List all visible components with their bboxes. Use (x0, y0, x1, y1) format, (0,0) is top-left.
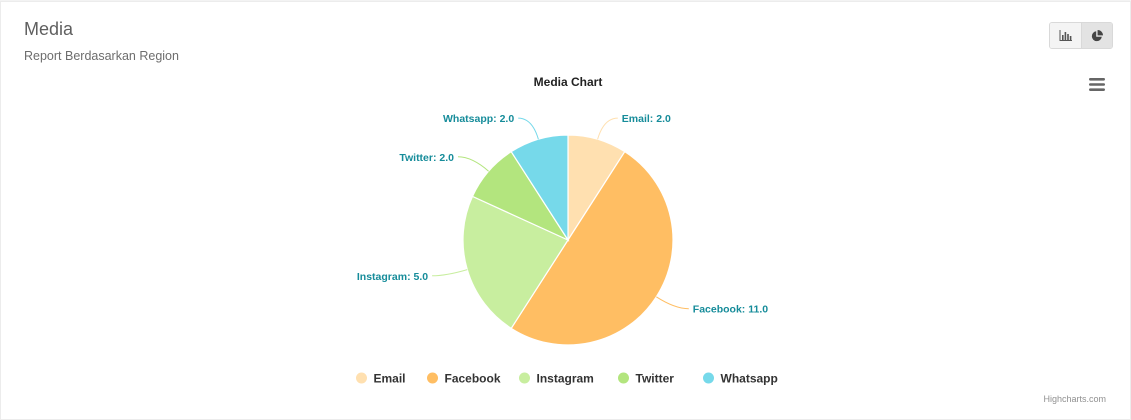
legend-label-facebook: Facebook (445, 372, 501, 386)
data-label-whatsapp: Whatsapp: 2.0 (443, 113, 514, 125)
media-panel: Media Report Berdasarkan Region Media Ch… (0, 1, 1131, 420)
data-label-facebook: Facebook: 11.0 (693, 304, 768, 316)
label-connector-facebook (656, 296, 689, 310)
legend-item-twitter[interactable]: Twitter (618, 372, 674, 386)
legend-label-twitter: Twitter (636, 372, 675, 386)
label-connector-twitter (457, 156, 489, 172)
legend-label-whatsapp: Whatsapp (721, 372, 778, 386)
label-connector-whatsapp (518, 117, 539, 140)
highcharts-credits[interactable]: Highcharts.com (1043, 394, 1106, 404)
legend-label-email: Email (374, 372, 406, 386)
label-connector-instagram (432, 269, 468, 277)
legend-item-facebook[interactable]: Facebook (427, 372, 501, 386)
data-label-instagram: Instagram: 5.0 (357, 271, 428, 283)
legend-item-email[interactable]: Email (356, 372, 406, 386)
legend-item-whatsapp[interactable]: Whatsapp (703, 372, 778, 386)
data-label-email: Email: 2.0 (622, 113, 671, 125)
media-pie-chart: Media Chart Email: 2.0 Facebook: 11.0 Inst… (356, 75, 778, 386)
legend-label-instagram: Instagram (537, 372, 594, 386)
legend-marker-instagram (519, 372, 530, 384)
legend-marker-twitter (618, 372, 629, 384)
legend-marker-email (356, 372, 367, 384)
legend-marker-whatsapp (703, 372, 714, 384)
legend-marker-facebook (427, 372, 438, 384)
chart-title: Media Chart (534, 75, 603, 89)
data-label-twitter: Twitter: 2.0 (399, 152, 454, 164)
legend-item-instagram[interactable]: Instagram (519, 372, 594, 386)
label-connector-email (597, 117, 618, 140)
